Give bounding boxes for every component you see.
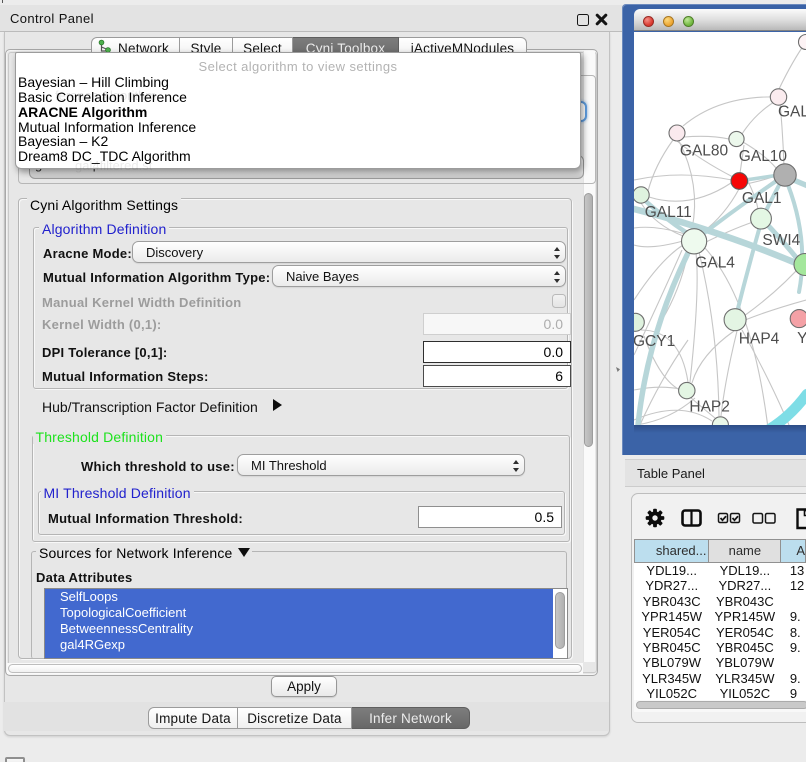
svg-text:HAP4: HAP4	[739, 330, 780, 347]
svg-text:GAL: GAL	[778, 103, 806, 120]
svg-text:HAP2: HAP2	[689, 399, 730, 416]
svg-text:GAL11: GAL11	[645, 204, 692, 221]
svg-text:GAL4: GAL4	[695, 255, 735, 272]
svg-text:Y: Y	[797, 330, 806, 347]
svg-text:GCY1: GCY1	[634, 333, 675, 350]
svg-text:GAL1: GAL1	[742, 190, 782, 207]
svg-text:GAL10: GAL10	[739, 148, 788, 165]
svg-text:SWI4: SWI4	[762, 232, 800, 249]
svg-text:GAL80: GAL80	[680, 143, 729, 160]
